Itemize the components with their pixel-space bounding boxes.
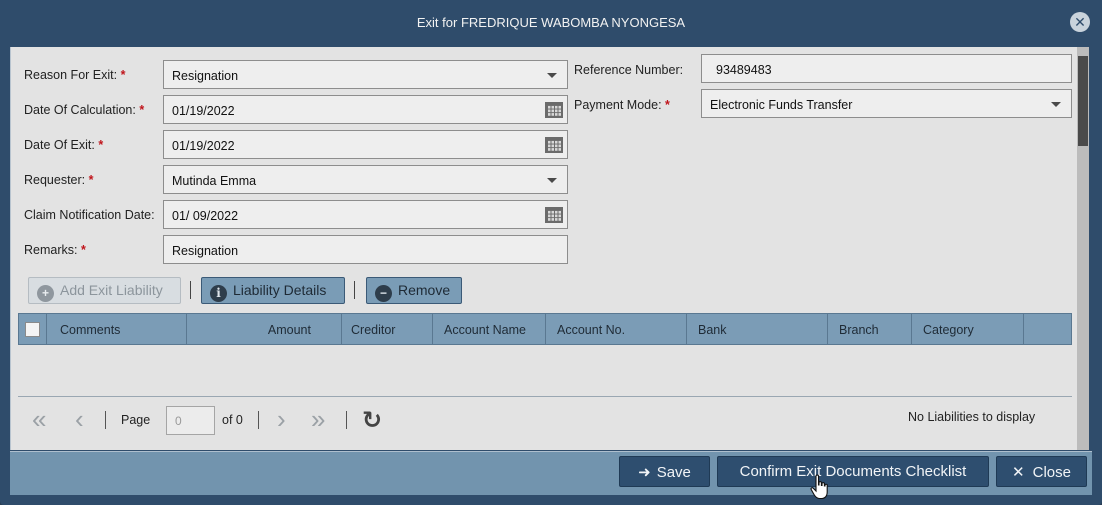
reference-field[interactable]: 93489483 <box>701 54 1072 83</box>
add-exit-liability-button[interactable]: + Add Exit Liability <box>28 277 181 304</box>
reason-value: Resignation <box>172 69 239 83</box>
save-button[interactable]: ➜ Save <box>619 456 710 487</box>
requester-label: Requester: * <box>24 173 94 187</box>
remove-button[interactable]: − Remove <box>366 277 462 304</box>
column-category[interactable]: Category <box>912 314 1024 344</box>
grid-pager: « ‹ Page 0 of 0 › » ↻ No Liabilities to … <box>18 398 1072 443</box>
column-comments[interactable]: Comments <box>47 314 187 344</box>
last-page-icon[interactable]: » <box>311 404 325 435</box>
column-amount[interactable]: Amount <box>187 314 342 344</box>
chevron-down-icon[interactable] <box>1051 102 1061 107</box>
reason-label: Reason For Exit: * <box>24 68 126 82</box>
column-bank[interactable]: Bank <box>687 314 828 344</box>
claim-date-value: 01/ 09/2022 <box>172 209 239 223</box>
calendar-icon[interactable] <box>545 102 563 118</box>
remarks-label: Remarks: * <box>24 243 86 257</box>
exit-date-label: Date Of Exit: * <box>24 138 104 152</box>
close-icon: ✕ <box>1012 464 1025 481</box>
calc-date-value: 01/19/2022 <box>172 104 235 118</box>
column-account-no[interactable]: Account No. <box>546 314 687 344</box>
select-all-cell <box>19 314 47 344</box>
prev-page-icon[interactable]: ‹ <box>75 404 84 435</box>
claim-date-label: Claim Notification Date: <box>24 208 155 222</box>
confirm-exit-checklist-button[interactable]: Confirm Exit Documents Checklist <box>717 456 989 487</box>
select-all-checkbox[interactable] <box>25 322 40 337</box>
toolbar-divider <box>190 281 191 299</box>
requester-select[interactable]: Mutinda Emma <box>163 165 568 194</box>
claim-date-field[interactable]: 01/ 09/2022 <box>163 200 568 229</box>
payment-select[interactable]: Electronic Funds Transfer <box>701 89 1072 118</box>
chevron-down-icon[interactable] <box>547 178 557 183</box>
pager-divider <box>105 411 106 429</box>
close-button[interactable]: ✕ Close <box>996 456 1087 487</box>
empty-grid-message: No Liabilities to display <box>908 410 1036 424</box>
liability-details-button[interactable]: i Liability Details <box>201 277 345 304</box>
calendar-icon[interactable] <box>545 137 563 153</box>
payment-label: Payment Mode: * <box>574 98 670 112</box>
exit-date-field[interactable]: 01/19/2022 <box>163 130 568 159</box>
remarks-value: Resignation <box>172 244 239 258</box>
reference-value: 93489483 <box>716 63 772 77</box>
payment-value: Electronic Funds Transfer <box>710 98 853 112</box>
calc-date-field[interactable]: 01/19/2022 <box>163 95 568 124</box>
page-number-input[interactable]: 0 <box>166 406 215 435</box>
close-icon[interactable]: ✕ <box>1070 12 1090 32</box>
calc-date-label: Date Of Calculation: * <box>24 103 145 117</box>
liabilities-grid-header: Comments Amount Creditor Account Name Ac… <box>18 313 1072 345</box>
refresh-icon[interactable]: ↻ <box>362 406 382 435</box>
requester-value: Mutinda Emma <box>172 174 257 188</box>
exit-date-value: 01/19/2022 <box>172 139 235 153</box>
page-label: Page <box>121 413 151 427</box>
dialog-titlebar: Exit for FREDRIQUE WABOMBA NYONGESA ✕ <box>0 0 1102 46</box>
first-page-icon[interactable]: « <box>32 404 46 435</box>
toolbar-divider <box>354 281 355 299</box>
column-creditor[interactable]: Creditor <box>342 314 433 344</box>
remarks-field[interactable]: Resignation <box>163 235 568 264</box>
column-account-name[interactable]: Account Name <box>433 314 546 344</box>
reason-select[interactable]: Resignation <box>163 60 568 89</box>
column-branch[interactable]: Branch <box>828 314 912 344</box>
dialog-title: Exit for FREDRIQUE WABOMBA NYONGESA <box>416 15 686 30</box>
scrollbar-thumb[interactable] <box>1078 56 1088 146</box>
pager-divider <box>258 411 259 429</box>
info-icon: i <box>210 285 227 302</box>
pager-divider <box>346 411 347 429</box>
page-count: of 0 <box>222 413 243 427</box>
minus-circle-icon: − <box>375 285 392 302</box>
save-icon: ➜ <box>638 464 651 481</box>
plus-circle-icon: + <box>37 285 54 302</box>
reference-label: Reference Number: <box>574 63 684 77</box>
calendar-icon[interactable] <box>545 207 563 223</box>
next-page-icon[interactable]: › <box>277 404 286 435</box>
liabilities-grid-body <box>18 345 1072 397</box>
hand-cursor-icon <box>810 474 828 500</box>
chevron-down-icon[interactable] <box>547 73 557 78</box>
